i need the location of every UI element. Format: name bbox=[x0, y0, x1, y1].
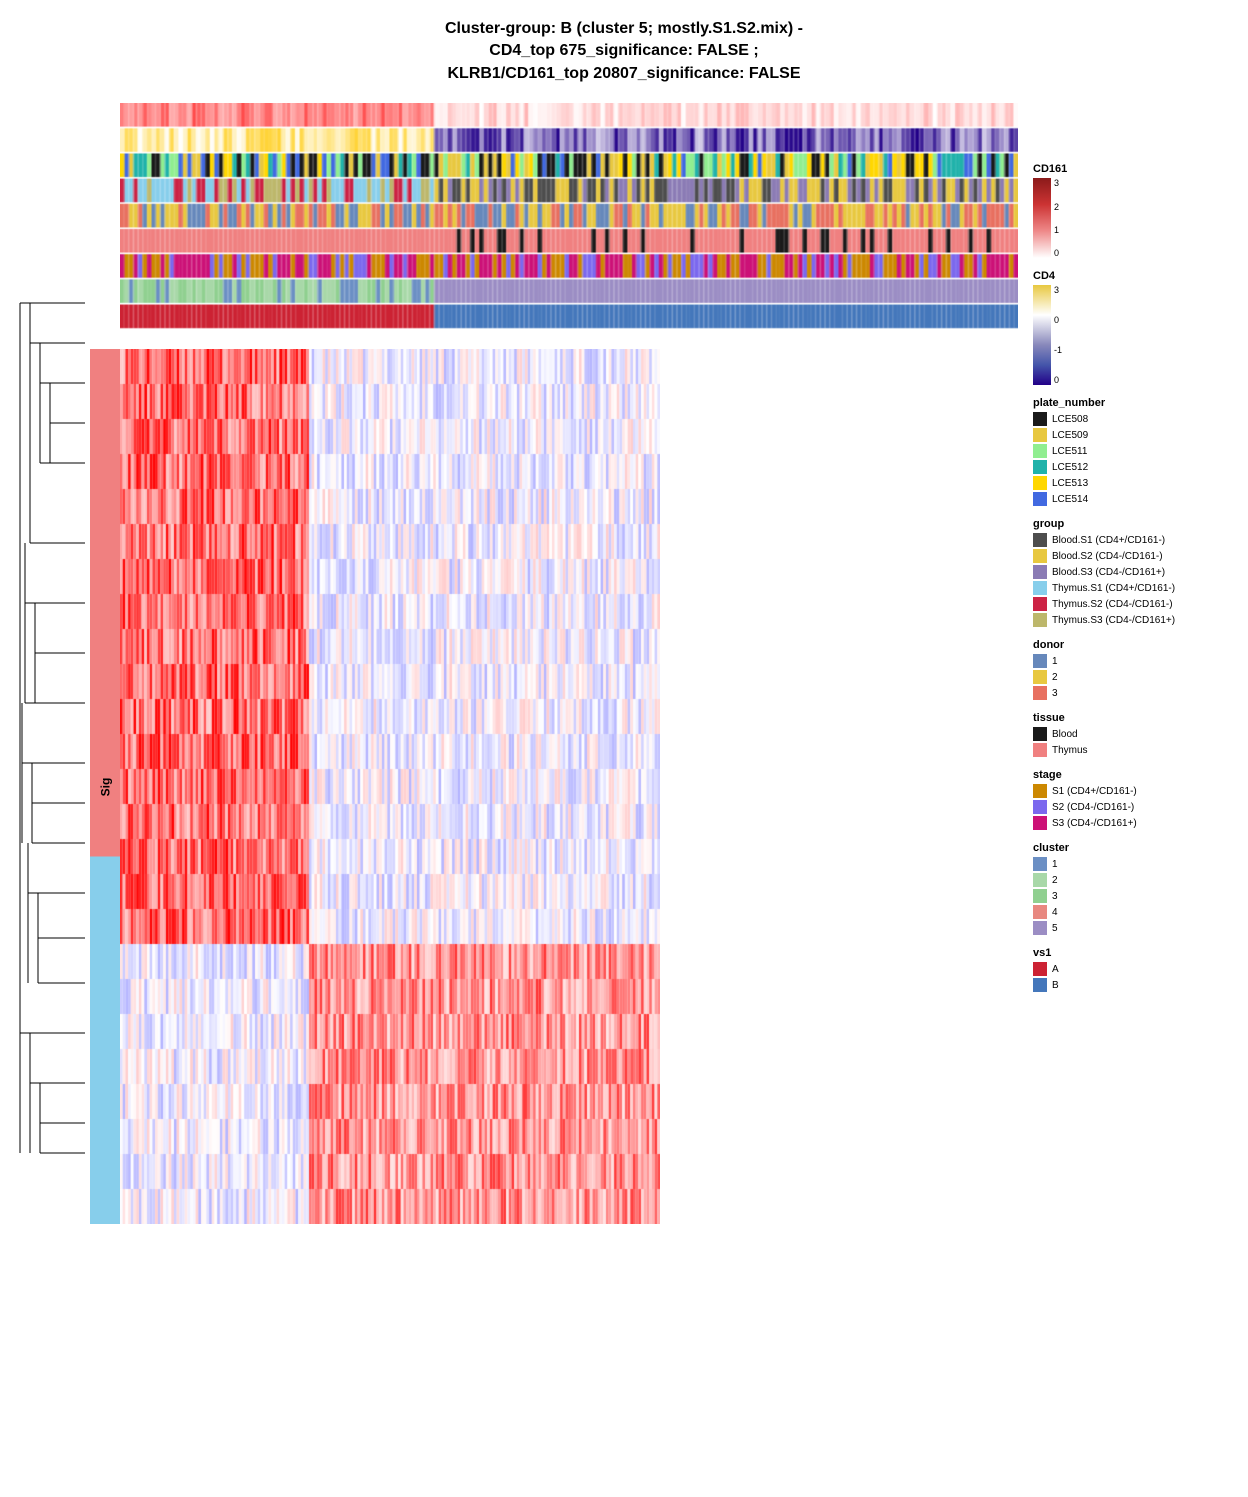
tissue-legend: Blood Thymus bbox=[1033, 727, 1248, 757]
legend-item: Blood.S1 (CD4+/CD161-) bbox=[1033, 533, 1248, 547]
legend-item: Blood bbox=[1033, 727, 1248, 741]
legend-item: Blood.S2 (CD4-/CD161-) bbox=[1033, 549, 1248, 563]
legend-item: S2 (CD4-/CD161-) bbox=[1033, 800, 1248, 814]
legend-item: B bbox=[1033, 978, 1248, 992]
cd161-low: 1 bbox=[1054, 225, 1059, 235]
legend-item: A bbox=[1033, 962, 1248, 976]
plate-legend-title: plate_number bbox=[1033, 397, 1248, 409]
cd161-min: 0 bbox=[1054, 248, 1059, 258]
legend-item: 2 bbox=[1033, 670, 1248, 684]
legend-item: 3 bbox=[1033, 686, 1248, 700]
donor-legend: 1 2 3 bbox=[1033, 654, 1248, 700]
legend-item: Thymus.S2 (CD4-/CD161-) bbox=[1033, 597, 1248, 611]
stage-legend: S1 (CD4+/CD161-) S2 (CD4-/CD161-) S3 (CD4-… bbox=[1033, 784, 1248, 830]
legend-item: LCE513 bbox=[1033, 476, 1248, 490]
legend-item: Thymus.S1 (CD4+/CD161-) bbox=[1033, 581, 1248, 595]
cd4-legend-title: CD4 bbox=[1033, 270, 1248, 282]
cd4-max: 3 bbox=[1054, 285, 1062, 295]
cluster-legend-title: cluster bbox=[1033, 842, 1248, 854]
legend-item: 2 bbox=[1033, 873, 1248, 887]
group-legend-title: group bbox=[1033, 518, 1248, 530]
legend-item: LCE511 bbox=[1033, 444, 1248, 458]
legend-item: LCE514 bbox=[1033, 492, 1248, 506]
cd4-colorbar bbox=[1033, 285, 1051, 385]
legend-item: LCE508 bbox=[1033, 412, 1248, 426]
legend-item: Blood.S3 (CD4-/CD161+) bbox=[1033, 565, 1248, 579]
sig-label: Sig bbox=[98, 778, 112, 797]
legend-item: LCE512 bbox=[1033, 460, 1248, 474]
tissue-legend-title: tissue bbox=[1033, 712, 1248, 724]
cluster-legend: 1 2 3 4 5 bbox=[1033, 857, 1248, 935]
sig-label-area: Sig bbox=[90, 349, 120, 1224]
legend-item: 4 bbox=[1033, 905, 1248, 919]
legend-item: S3 (CD4-/CD161+) bbox=[1033, 816, 1248, 830]
vs1-legend-title: vs1 bbox=[1033, 947, 1248, 959]
cd161-max: 3 bbox=[1054, 178, 1059, 188]
legend-item: LCE509 bbox=[1033, 428, 1248, 442]
group-legend: Blood.S1 (CD4+/CD161-) Blood.S2 (CD4-/CD1… bbox=[1033, 533, 1248, 627]
heatmap-canvas bbox=[120, 349, 660, 1224]
stage-legend-title: stage bbox=[1033, 769, 1248, 781]
vs1-legend: AB bbox=[1033, 962, 1248, 992]
donor-legend-title: donor bbox=[1033, 639, 1248, 651]
cd4-neg: -1 bbox=[1054, 345, 1062, 355]
legend-item: S1 (CD4+/CD161-) bbox=[1033, 784, 1248, 798]
legend-item: Thymus.S3 (CD4-/CD161+) bbox=[1033, 613, 1248, 627]
legend-item: 1 bbox=[1033, 654, 1248, 668]
plate-legend: LCE508 LCE509 LCE511 LCE512 LCE513 LCE514 bbox=[1033, 412, 1248, 506]
cd161-mid: 2 bbox=[1054, 202, 1059, 212]
cd4-bot: 0 bbox=[1054, 375, 1062, 385]
cd161-legend-title: CD161 bbox=[1033, 163, 1248, 175]
cd161-colorbar bbox=[1033, 178, 1051, 258]
cd4-mid: 0 bbox=[1054, 315, 1062, 325]
annotation-heatmap bbox=[120, 103, 1018, 347]
legend-item: 3 bbox=[1033, 889, 1248, 903]
dendrogram bbox=[10, 283, 90, 1224]
main-title: Cluster-group: B (cluster 5; mostly.S1.S… bbox=[0, 0, 1248, 95]
legend-item: 1 bbox=[1033, 857, 1248, 871]
legend-item: 5 bbox=[1033, 921, 1248, 935]
legend-item: Thymus bbox=[1033, 743, 1248, 757]
gene-labels-column bbox=[660, 349, 730, 1224]
legend-area: CD161 3 2 1 bbox=[1018, 103, 1248, 1224]
